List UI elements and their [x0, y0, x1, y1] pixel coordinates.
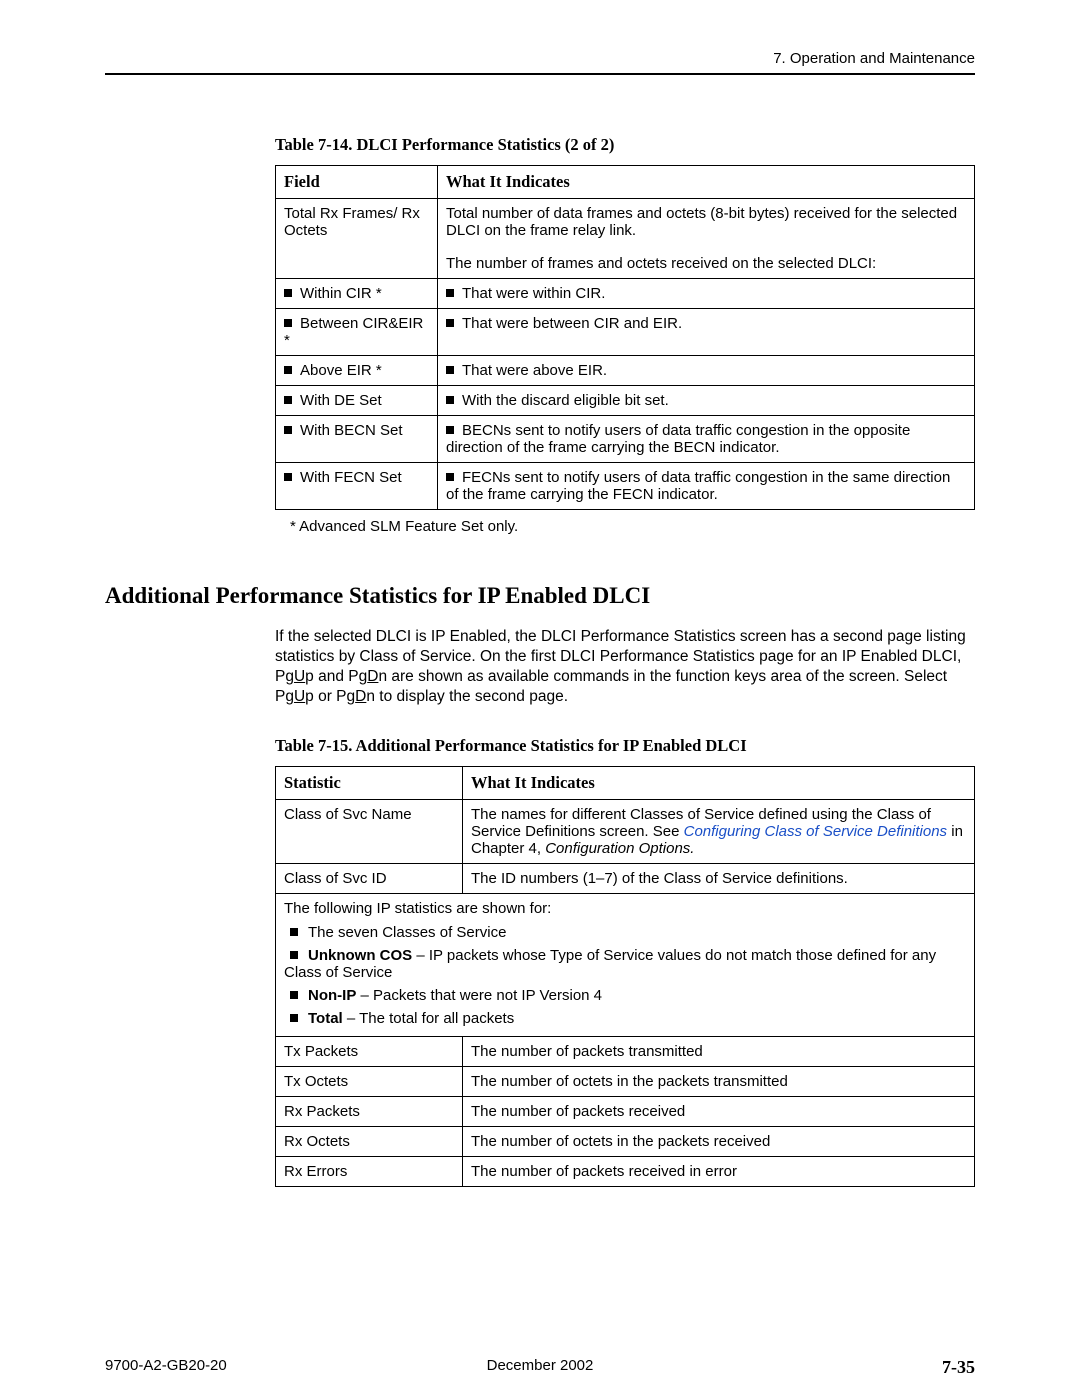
square-bullet-icon — [446, 396, 454, 404]
list-item: Total – The total for all packets — [284, 1007, 966, 1030]
cell-what: BECNs sent to notify users of data traff… — [438, 416, 975, 463]
table-14-footnote: * Advanced SLM Feature Set only. — [290, 518, 975, 535]
list-item: Unknown COS – IP packets whose Type of S… — [284, 944, 966, 984]
square-bullet-icon — [284, 366, 292, 374]
list-item: The seven Classes of Service — [284, 921, 966, 944]
cell-field: Between CIR&EIR * — [276, 309, 438, 356]
footer-date: December 2002 — [105, 1357, 975, 1374]
square-bullet-icon — [446, 319, 454, 327]
table-15: Statistic What It Indicates Class of Svc… — [275, 766, 975, 1187]
th-what: What It Indicates — [438, 166, 975, 199]
th-field: Field — [276, 166, 438, 199]
square-bullet-icon — [284, 473, 292, 481]
th-what: What It Indicates — [463, 766, 975, 799]
cell-stat: Tx Packets — [276, 1036, 463, 1066]
cell-what: The number of packets received in error — [463, 1156, 975, 1186]
section-paragraph: If the selected DLCI is IP Enabled, the … — [275, 627, 975, 708]
cross-ref-link[interactable]: Configuring Class of Service Definitions — [684, 823, 947, 840]
cell-what: The number of frames and octets received… — [438, 245, 975, 279]
cell-what: That were within CIR. — [438, 279, 975, 309]
cell-field: Within CIR * — [276, 279, 438, 309]
cell-span: The following IP statistics are shown fo… — [276, 893, 975, 1036]
cell-stat: Rx Packets — [276, 1096, 463, 1126]
cell-field: With FECN Set — [276, 463, 438, 510]
cell-empty — [276, 245, 438, 279]
cell-what: With the discard eligible bit set. — [438, 386, 975, 416]
square-bullet-icon — [446, 426, 454, 434]
cell-what: The names for different Classes of Servi… — [463, 799, 975, 863]
stat-categories-list: The seven Classes of Service Unknown COS… — [284, 921, 966, 1030]
cell-what: The number of octets in the packets rece… — [463, 1126, 975, 1156]
section-heading: Additional Performance Statistics for IP… — [105, 583, 975, 609]
footer-page-number: 7-35 — [942, 1357, 975, 1378]
th-statistic: Statistic — [276, 766, 463, 799]
cell-stat: Class of Svc Name — [276, 799, 463, 863]
header-rule — [105, 73, 975, 75]
square-bullet-icon — [446, 289, 454, 297]
cell-what: That were between CIR and EIR. — [438, 309, 975, 356]
cell-stat: Rx Octets — [276, 1126, 463, 1156]
table-15-caption: Table 7-15. Additional Performance Stati… — [275, 736, 975, 756]
cell-field: With BECN Set — [276, 416, 438, 463]
cell-what: FECNs sent to notify users of data traff… — [438, 463, 975, 510]
square-bullet-icon — [446, 366, 454, 374]
cell-field: Total Rx Frames/ Rx Octets — [276, 199, 438, 246]
cell-what: The number of packets received — [463, 1096, 975, 1126]
cell-field: With DE Set — [276, 386, 438, 416]
square-bullet-icon — [284, 396, 292, 404]
cell-stat: Rx Errors — [276, 1156, 463, 1186]
cell-what: The ID numbers (1–7) of the Class of Ser… — [463, 863, 975, 893]
cell-stat: Class of Svc ID — [276, 863, 463, 893]
square-bullet-icon — [284, 289, 292, 297]
square-bullet-icon — [284, 426, 292, 434]
span-intro: The following IP statistics are shown fo… — [284, 900, 966, 917]
cell-what: Total number of data frames and octets (… — [438, 199, 975, 246]
table-14: Field What It Indicates Total Rx Frames/… — [275, 165, 975, 510]
square-bullet-icon — [446, 473, 454, 481]
list-item: Non-IP – Packets that were not IP Versio… — [284, 984, 966, 1007]
page: 7. Operation and Maintenance Table 7-14.… — [0, 0, 1080, 1397]
chapter-label: 7. Operation and Maintenance — [105, 50, 975, 67]
cell-field: Above EIR * — [276, 356, 438, 386]
cell-what: The number of octets in the packets tran… — [463, 1066, 975, 1096]
square-bullet-icon — [284, 319, 292, 327]
cell-what: That were above EIR. — [438, 356, 975, 386]
table-14-caption: Table 7-14. DLCI Performance Statistics … — [275, 135, 975, 155]
cell-what: The number of packets transmitted — [463, 1036, 975, 1066]
cell-stat: Tx Octets — [276, 1066, 463, 1096]
